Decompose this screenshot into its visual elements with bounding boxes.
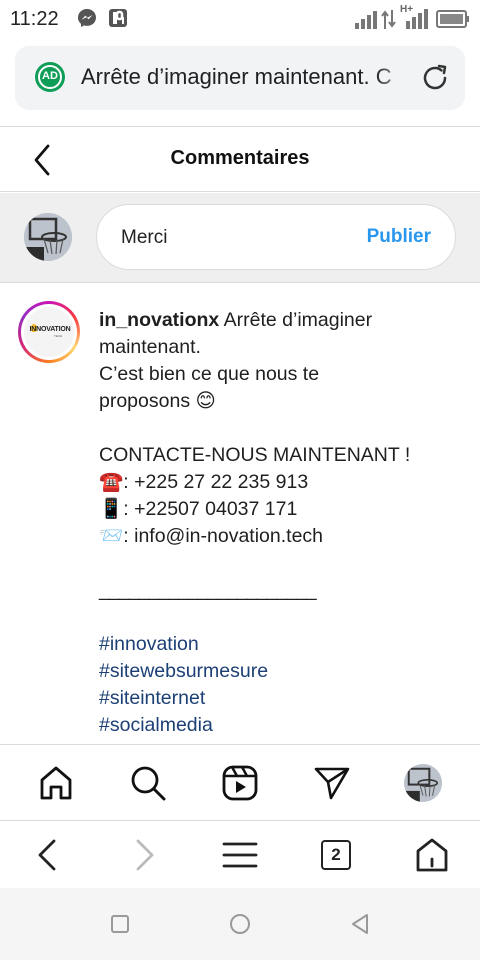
forward-icon[interactable]	[124, 835, 164, 875]
caption-text: in_novationx Arrête d’imaginer maintenan…	[99, 307, 459, 739]
user-avatar[interactable]	[24, 213, 72, 261]
publish-button[interactable]: Publier	[367, 226, 431, 248]
innovation-logo: INNOVATION TECH	[24, 307, 74, 357]
back-icon[interactable]	[28, 835, 68, 875]
url-bar[interactable]: AD Arrête d’imaginer maintenant. C	[15, 46, 465, 110]
signal-icon	[406, 9, 428, 29]
page-title: Commentaires	[170, 147, 310, 169]
search-icon[interactable]	[128, 763, 168, 803]
contact-phone: ☎️: +225 27 22 235 913	[99, 471, 309, 493]
caption-line: C’est bien ce que nous te	[99, 363, 320, 385]
home-icon[interactable]	[36, 763, 76, 803]
pi-icon	[109, 9, 127, 27]
browser-toolbar: 2	[0, 820, 480, 888]
url-text[interactable]: Arrête d’imaginer maintenant. C	[81, 64, 411, 90]
tab-count: 2	[321, 840, 351, 870]
caption-line: proposons 😊	[99, 390, 216, 412]
home-icon[interactable]	[412, 835, 452, 875]
logo-text: INNOVATION	[29, 326, 71, 333]
recents-icon[interactable]	[108, 912, 132, 936]
back-triangle-icon[interactable]	[348, 912, 372, 936]
comment-input[interactable]	[121, 225, 341, 251]
poster-avatar[interactable]: INNOVATION TECH	[18, 301, 80, 363]
comment-box: Publier	[96, 204, 456, 270]
reload-icon[interactable]	[419, 62, 451, 94]
hashtag-link[interactable]: #siteinternet	[99, 685, 459, 712]
logo-subtext: TECH	[54, 334, 63, 338]
tabs-button[interactable]: 2	[316, 835, 356, 875]
caption-divider: ______________________	[99, 579, 317, 601]
status-time: 11:22	[10, 8, 59, 30]
caption-line: maintenant.	[99, 336, 201, 358]
bottom-nav	[0, 744, 480, 819]
messenger-icon	[78, 9, 96, 27]
hashtag-link[interactable]: #innovation	[99, 631, 459, 658]
status-bar: 11:22 H+	[0, 0, 480, 38]
ad-badge-icon[interactable]: AD	[35, 62, 65, 92]
data-arrows-icon	[381, 10, 396, 29]
home-circle-icon[interactable]	[228, 912, 252, 936]
caption-line: Arrête d’imaginer	[223, 309, 373, 331]
reels-icon[interactable]	[220, 763, 260, 803]
battery-icon	[436, 10, 469, 28]
comment-input-row: Publier	[0, 193, 480, 283]
profile-avatar[interactable]	[404, 764, 442, 802]
caption-line: CONTACTE-NOUS MAINTENANT !	[99, 444, 411, 466]
poster-username[interactable]: in_novationx	[99, 309, 219, 331]
basketball-hoop-icon	[404, 764, 442, 802]
hashtag-link[interactable]: #socialmedia	[99, 712, 459, 739]
send-icon[interactable]	[312, 763, 352, 803]
contact-email: 📨: info@in-novation.tech	[99, 525, 324, 547]
app-header: Commentaires	[0, 126, 480, 192]
ad-badge-label: AD	[42, 70, 58, 82]
hashtag-link[interactable]: #sitewebsurmesure	[99, 658, 459, 685]
signal-icon	[355, 11, 377, 29]
menu-icon[interactable]	[220, 835, 260, 875]
post-caption: INNOVATION TECH in_novationx Arrête d’im…	[0, 284, 480, 744]
basketball-hoop-icon	[24, 213, 72, 261]
android-nav-bar	[0, 888, 480, 960]
url-fade	[375, 56, 415, 100]
contact-mobile: 📱: +22507 04037 171	[99, 498, 298, 520]
